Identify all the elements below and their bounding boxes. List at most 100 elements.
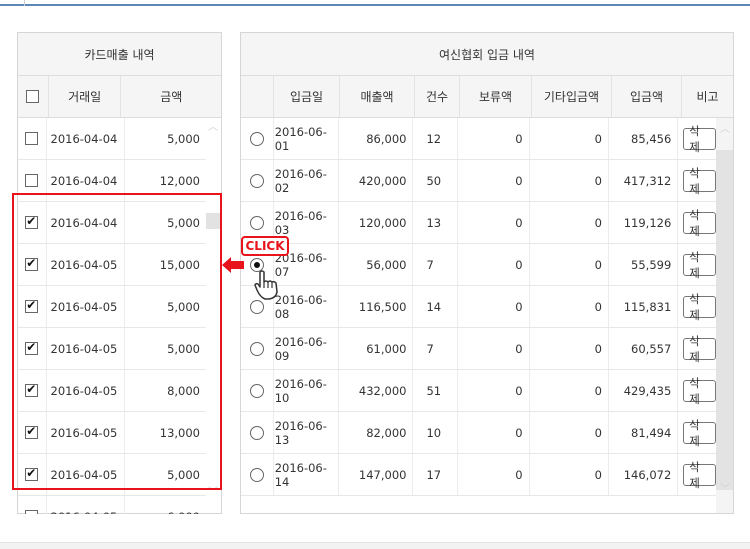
select-all-cell — [18, 76, 49, 117]
row-select-cell — [18, 496, 47, 514]
deposit-amount: 146,072 — [609, 454, 679, 495]
note-cell: 삭제 — [678, 118, 716, 159]
col-amount[interactable]: 금액 — [121, 76, 221, 117]
delete-button[interactable]: 삭제 — [683, 376, 716, 406]
col-sales[interactable]: 매출액 — [340, 76, 415, 117]
hold-amount: 0 — [458, 370, 530, 411]
transaction-count: 10 — [413, 412, 459, 453]
deposit-date: 2016-06-10 — [274, 370, 340, 411]
deposit-row[interactable]: 2016-06-03 120,000 13 0 0 119,126 삭제 — [241, 202, 716, 244]
scroll-up-icon[interactable]: ︿ — [208, 118, 218, 133]
deposit-row[interactable]: 2016-06-08 116,500 14 0 0 115,831 삭제 — [241, 286, 716, 328]
row-select-cell — [241, 370, 274, 411]
left-arrow-icon — [222, 257, 244, 273]
transaction-count: 17 — [413, 454, 459, 495]
row-checkbox[interactable] — [25, 132, 39, 145]
hold-amount: 0 — [458, 328, 530, 369]
delete-button[interactable]: 삭제 — [683, 334, 716, 364]
select-all-checkbox[interactable] — [26, 90, 40, 103]
scroll-down-icon[interactable]: ﹀ — [720, 480, 730, 495]
scroll-thumb[interactable] — [716, 150, 733, 490]
deposit-date: 2016-06-13 — [274, 412, 340, 453]
card-sales-row[interactable]: 2016-04-04 5,000 — [18, 118, 206, 160]
other-deposit: 0 — [530, 370, 609, 411]
note-cell: 삭제 — [678, 202, 716, 243]
card-sales-title: 카드매출 내역 — [18, 33, 221, 76]
row-select-cell — [241, 328, 274, 369]
note-cell: 삭제 — [678, 286, 716, 327]
deposit-amount: 429,435 — [609, 370, 679, 411]
other-deposit: 0 — [530, 244, 609, 285]
deposit-row[interactable]: 2016-06-14 147,000 17 0 0 146,072 삭제 — [241, 454, 716, 496]
deposit-row[interactable]: 2016-06-10 432,000 51 0 0 429,435 삭제 — [241, 370, 716, 412]
deposit-amount: 60,557 — [609, 328, 679, 369]
transaction-count: 7 — [413, 328, 459, 369]
row-select-cell — [241, 118, 274, 159]
deposit-amount: 115,831 — [609, 286, 679, 327]
sales-amount: 420,000 — [339, 160, 414, 201]
note-cell: 삭제 — [678, 370, 716, 411]
row-radio[interactable] — [249, 425, 264, 440]
delete-button[interactable]: 삭제 — [683, 292, 716, 322]
deposit-date: 2016-06-01 — [274, 118, 340, 159]
delete-button[interactable]: 삭제 — [683, 208, 716, 238]
note-cell: 삭제 — [678, 412, 716, 453]
bottom-bar — [0, 542, 750, 549]
col-transaction-date[interactable]: 거래일 — [49, 76, 122, 117]
delete-button[interactable]: 삭제 — [683, 250, 716, 280]
delete-button[interactable]: 삭제 — [683, 460, 716, 490]
deposit-row[interactable]: 2016-06-07 56,000 7 0 0 55,599 삭제 — [241, 244, 716, 286]
row-radio[interactable] — [249, 215, 264, 230]
transaction-count: 51 — [413, 370, 459, 411]
deposit-row[interactable]: 2016-06-02 420,000 50 0 0 417,312 삭제 — [241, 160, 716, 202]
transaction-count: 13 — [413, 202, 459, 243]
deposit-scrollbar[interactable]: ︿ ﹀ — [716, 118, 733, 513]
row-checkbox[interactable] — [25, 174, 39, 187]
row-radio[interactable] — [249, 383, 264, 398]
row-radio[interactable] — [249, 131, 264, 146]
row-checkbox[interactable] — [25, 510, 39, 514]
delete-button[interactable]: 삭제 — [683, 124, 716, 154]
col-deposit-amount[interactable]: 입금액 — [612, 76, 682, 117]
hold-amount: 0 — [458, 202, 530, 243]
sales-amount: 120,000 — [339, 202, 414, 243]
other-deposit: 0 — [530, 454, 609, 495]
deposit-list: 2016-06-01 86,000 12 0 0 85,456 삭제 2016-06-02 42… — [241, 118, 716, 513]
sales-amount: 116,500 — [339, 286, 414, 327]
note-cell: 삭제 — [678, 244, 716, 285]
deposit-row[interactable]: 2016-06-01 86,000 12 0 0 85,456 삭제 — [241, 118, 716, 160]
row-radio[interactable] — [249, 173, 264, 188]
row-select-cell — [241, 160, 274, 201]
col-count[interactable]: 건수 — [415, 76, 460, 117]
transaction-date: 2016-04-05 — [47, 496, 125, 514]
delete-button[interactable]: 삭제 — [683, 166, 716, 196]
sales-amount: 82,000 — [339, 412, 414, 453]
transaction-date: 2016-04-04 — [47, 118, 125, 159]
deposit-date: 2016-06-14 — [274, 454, 340, 495]
row-select-cell — [18, 118, 47, 159]
scroll-up-icon[interactable]: ︿ — [720, 120, 730, 135]
hold-amount: 0 — [458, 286, 530, 327]
note-cell: 삭제 — [678, 454, 716, 495]
pointer-hand-icon — [254, 270, 278, 300]
deposit-row[interactable]: 2016-06-13 82,000 10 0 0 81,494 삭제 — [241, 412, 716, 454]
card-sales-row[interactable]: 2016-04-056,000 — [18, 496, 206, 514]
row-radio[interactable] — [249, 299, 264, 314]
other-deposit: 0 — [530, 160, 609, 201]
col-note: 비고 — [696, 90, 719, 104]
row-radio[interactable] — [249, 341, 264, 356]
selection-highlight-box — [12, 193, 222, 490]
top-divider — [0, 0, 750, 6]
other-deposit: 0 — [530, 202, 609, 243]
col-deposit-date[interactable]: 입금일 — [274, 76, 340, 117]
deposit-row[interactable]: 2016-06-09 61,000 7 0 0 60,557 삭제 — [241, 328, 716, 370]
col-hold[interactable]: 보류액 — [460, 76, 532, 117]
deposit-date: 2016-06-02 — [274, 160, 340, 201]
transaction-count: 50 — [413, 160, 459, 201]
deposit-amount: 119,126 — [609, 202, 679, 243]
transaction-count: 14 — [413, 286, 459, 327]
row-radio[interactable] — [249, 467, 264, 482]
col-other-deposit[interactable]: 기타입금액 — [532, 76, 612, 117]
delete-button[interactable]: 삭제 — [683, 418, 716, 448]
amount: 5,000 — [167, 131, 200, 146]
